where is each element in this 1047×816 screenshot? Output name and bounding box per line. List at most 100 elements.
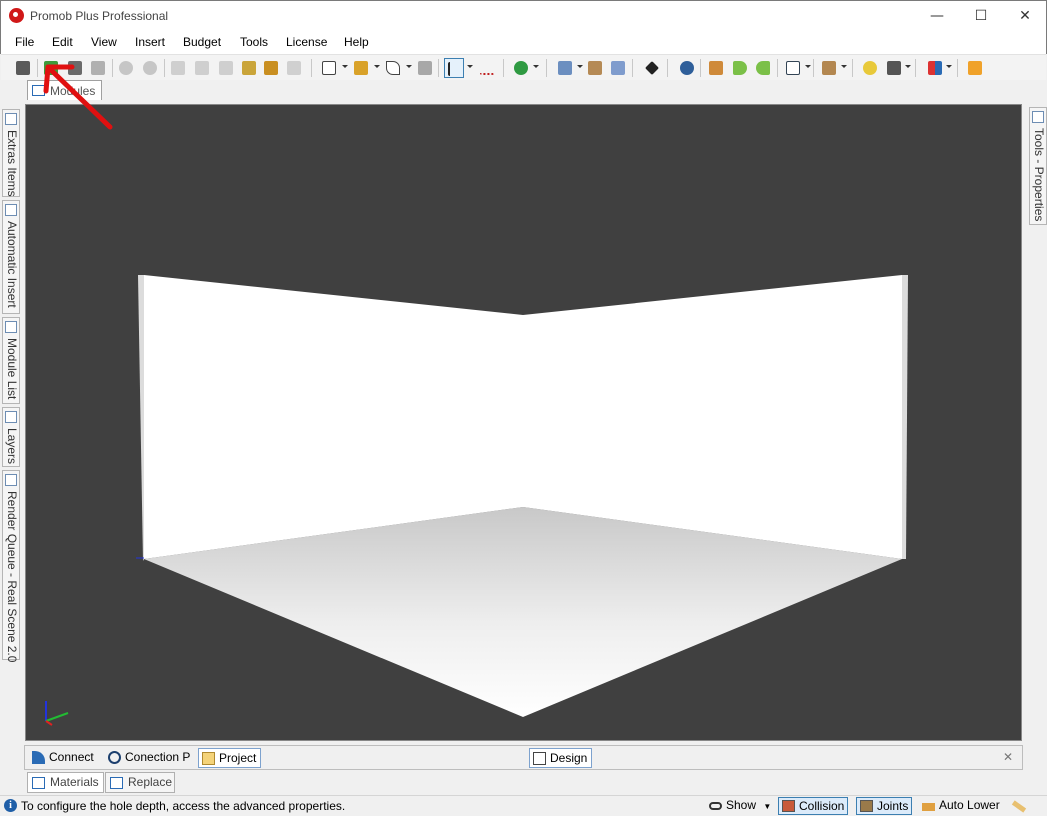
close-panel-icon[interactable]: ✕: [999, 748, 1017, 768]
dock-tab-module-list[interactable]: Module List: [2, 317, 20, 404]
rss-icon: [32, 751, 45, 764]
dock-tab-layers[interactable]: Layers: [2, 407, 20, 467]
list-icon: [5, 321, 17, 333]
dock-tab-label: Module List: [5, 338, 19, 400]
collision-label: Collision: [799, 799, 845, 813]
promob-logo-icon: [9, 8, 24, 23]
dock-tab-tools-properties[interactable]: Tools - Properties: [1029, 107, 1047, 225]
tab-conection-p-label: Conection P: [125, 750, 191, 764]
align-icon[interactable]: [351, 58, 371, 78]
arrow-right-icon[interactable]: [753, 58, 773, 78]
redo-icon[interactable]: [140, 58, 160, 78]
group-icon[interactable]: [319, 58, 339, 78]
view-3d-icon[interactable]: [608, 58, 628, 78]
select-pointer-icon[interactable]: [444, 58, 464, 78]
show-dropdown[interactable]: Show ▼: [706, 797, 774, 815]
left-dock: Extras Items Automatic Insert Module Lis…: [0, 107, 22, 667]
snap-points-icon[interactable]: [642, 58, 662, 78]
connection-icon: [108, 751, 121, 764]
minimize-button[interactable]: —: [914, 1, 960, 31]
tab-materials[interactable]: Materials: [27, 772, 104, 793]
materials-icon: [32, 777, 45, 789]
annotation-arrow: [43, 64, 113, 130]
menu-file[interactable]: File: [15, 35, 34, 49]
scene-render: [45, 275, 908, 726]
dock-tab-label: Extras Items: [5, 130, 19, 197]
status-bar: i To configure the hole depth, access th…: [0, 795, 1047, 816]
main-toolbar: [1, 54, 1046, 80]
budget-dollar-icon[interactable]: [511, 58, 531, 78]
close-button[interactable]: ✕: [1002, 1, 1047, 31]
cube-view-icon[interactable]: [783, 58, 803, 78]
menu-budget[interactable]: Budget: [183, 35, 221, 49]
design-icon: [533, 752, 546, 765]
3d-viewport[interactable]: [25, 104, 1022, 741]
tab-design-label: Design: [550, 751, 588, 765]
menu-view[interactable]: View: [91, 35, 117, 49]
layers-icon: [5, 411, 17, 423]
tab-project-label: Project: [219, 751, 257, 765]
tab-project[interactable]: Project: [198, 748, 262, 768]
replace-icon: [110, 777, 123, 789]
move-box-icon[interactable]: [706, 58, 726, 78]
menu-license[interactable]: License: [286, 35, 327, 49]
copy-icon[interactable]: [192, 58, 212, 78]
maximize-button[interactable]: ☐: [958, 1, 1004, 31]
window-title: Promob Plus Professional: [30, 9, 169, 23]
tab-replace[interactable]: Replace: [105, 772, 175, 793]
dock-tab-extras-items[interactable]: Extras Items: [2, 109, 20, 197]
light-bulb-icon[interactable]: [860, 58, 880, 78]
menu-edit[interactable]: Edit: [52, 35, 73, 49]
panel-icon[interactable]: [415, 58, 435, 78]
dock-tab-automatic-insert[interactable]: Automatic Insert: [2, 200, 20, 314]
glasses-icon: [709, 802, 722, 810]
collision-toggle[interactable]: Collision: [778, 797, 849, 815]
menu-help[interactable]: Help: [344, 35, 369, 49]
dock-tab-label: Tools - Properties: [1032, 128, 1046, 222]
left-wall-edge: [138, 275, 144, 561]
dock-tab-label: Automatic Insert: [5, 221, 19, 308]
auto-lower-icon: [922, 803, 935, 811]
axis-gizmo: [45, 701, 69, 726]
joints-icon: [860, 800, 873, 812]
menu-bar: File Edit View Insert Budget Tools Licen…: [0, 30, 1047, 54]
right-wall-edge: [902, 275, 908, 559]
paste-icon[interactable]: [216, 58, 236, 78]
delete-icon[interactable]: [284, 58, 304, 78]
cut-icon[interactable]: [168, 58, 188, 78]
auto-lower-toggle[interactable]: Auto Lower: [919, 797, 1003, 815]
paint-roller-icon[interactable]: [261, 58, 281, 78]
auto-lower-label: Auto Lower: [939, 798, 1000, 812]
user-account-icon[interactable]: [965, 58, 985, 78]
arrow-left-icon[interactable]: [730, 58, 750, 78]
tab-connect-label: Connect: [49, 750, 94, 764]
tools-icon: [1032, 111, 1044, 123]
joints-toggle[interactable]: Joints: [856, 797, 913, 815]
shape-icon[interactable]: [383, 58, 403, 78]
eye-icon[interactable]: [677, 58, 697, 78]
bottom-tab-bar: Connect Conection P Project Design ✕: [24, 745, 1023, 770]
status-message: To configure the hole depth, access the …: [21, 799, 346, 813]
tab-replace-label: Replace: [128, 775, 173, 789]
tab-connect[interactable]: Connect: [29, 748, 98, 768]
dock-tab-label: Render Queue - Real Scene 2.0: [5, 491, 19, 663]
paperclip-icon: [5, 113, 17, 125]
render-icon: [5, 474, 17, 486]
show-label: Show: [726, 798, 757, 812]
chain-icon: [5, 204, 17, 216]
menu-insert[interactable]: Insert: [135, 35, 165, 49]
info-icon: i: [4, 799, 17, 812]
tab-design[interactable]: Design: [529, 748, 593, 768]
collision-icon: [782, 800, 795, 812]
cabinet-dimension-icon[interactable]: [585, 58, 605, 78]
title-bar: Promob Plus Professional — ☐ ✕: [0, 0, 1047, 30]
tab-conection-p[interactable]: Conection P: [105, 748, 194, 768]
camera-icon[interactable]: [884, 58, 904, 78]
hammer-icon[interactable]: [239, 58, 259, 78]
box-icon[interactable]: [819, 58, 839, 78]
dock-tab-render-queue[interactable]: Render Queue - Real Scene 2.0: [2, 470, 20, 663]
measure-icon[interactable]: [477, 58, 497, 78]
palette-icon[interactable]: [925, 58, 945, 78]
menu-tools[interactable]: Tools: [240, 35, 268, 49]
layers-stack-icon[interactable]: [555, 58, 575, 78]
